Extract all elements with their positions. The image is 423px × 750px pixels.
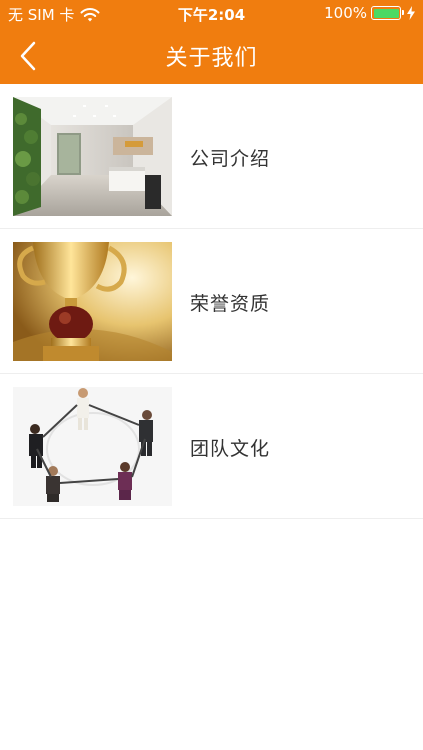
battery-percent: 100% bbox=[324, 4, 367, 22]
battery-fill bbox=[373, 8, 399, 18]
page-title: 关于我们 bbox=[165, 46, 258, 71]
app-header: 无 SIM 卡 下午2:04 100% 关于我们 bbox=[0, 0, 423, 84]
office-lobby-photo bbox=[13, 97, 172, 216]
list-item-honors[interactable]: 荣誉资质 bbox=[0, 229, 423, 374]
nav-bar: 关于我们 bbox=[0, 28, 423, 84]
trophy-photo bbox=[13, 242, 172, 361]
team-circle-photo bbox=[13, 387, 172, 506]
status-right: 100% bbox=[324, 4, 415, 22]
list-item-label: 公司介绍 bbox=[190, 148, 271, 170]
about-list: 公司介绍 荣誉资质 团队文化 bbox=[0, 84, 423, 519]
list-item-label: 荣誉资质 bbox=[190, 293, 271, 315]
list-item-team-culture[interactable]: 团队文化 bbox=[0, 374, 423, 519]
bolt-icon bbox=[407, 6, 415, 20]
battery-icon bbox=[371, 6, 404, 20]
status-bar: 无 SIM 卡 下午2:04 100% bbox=[0, 0, 423, 28]
list-item-label: 团队文化 bbox=[190, 438, 271, 460]
list-item-company-intro[interactable]: 公司介绍 bbox=[0, 84, 423, 229]
